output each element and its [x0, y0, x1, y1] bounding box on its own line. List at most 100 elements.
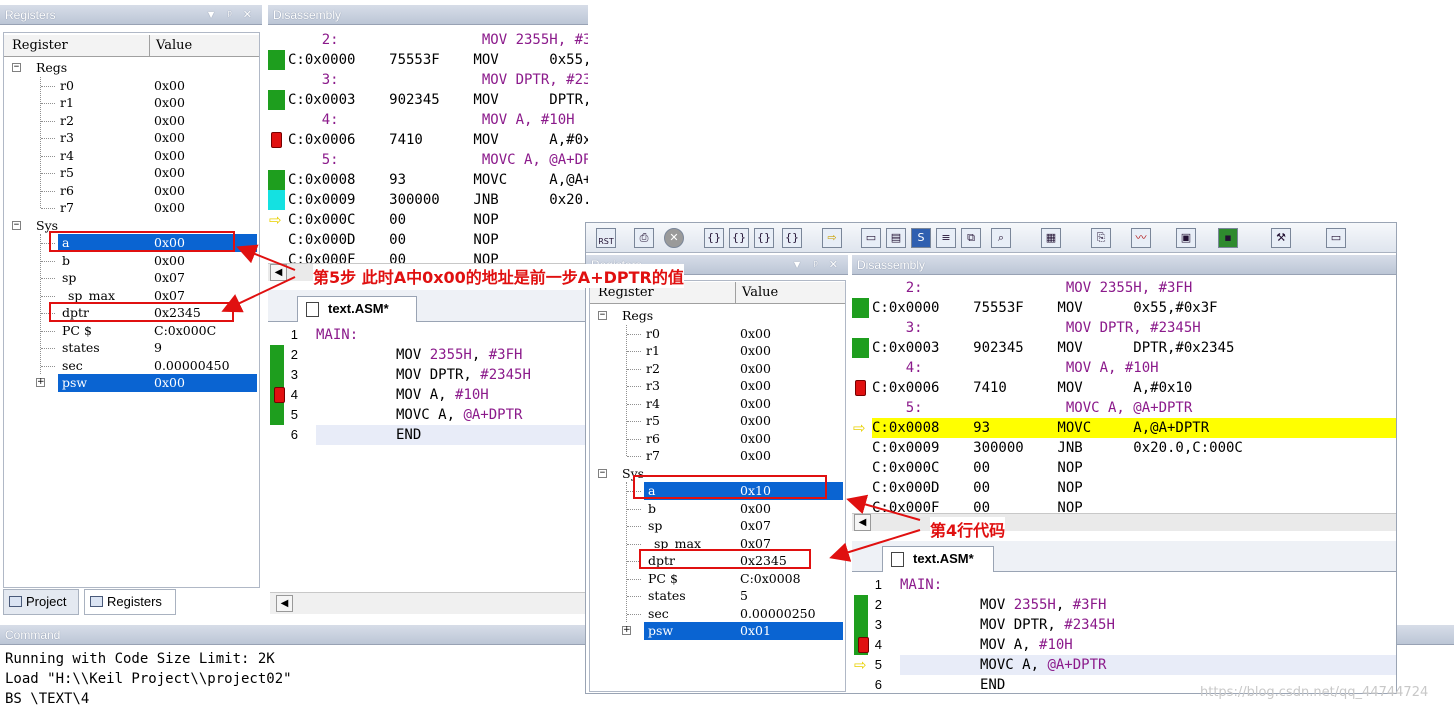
right-registers-window-controls[interactable]: ▼ ᵖ ✕ [792, 255, 842, 275]
disassembly-instruction[interactable]: C:0x0006 7410 MOV A,#0x10 [288, 130, 588, 150]
tab-project[interactable]: Project [3, 589, 79, 615]
trace-window-icon[interactable]: ▣ [1176, 228, 1196, 248]
registers-window-icon[interactable]: ≡ [936, 228, 956, 248]
scroll-left-icon[interactable]: ◀ [270, 264, 287, 281]
register-row[interactable]: + psw 0x00 [4, 374, 257, 392]
left-editor-file-tab[interactable]: text.ASM* [297, 296, 417, 322]
regs-expand-icon[interactable]: − [12, 63, 21, 72]
register-value[interactable]: 0x00 [154, 77, 185, 95]
code-line[interactable]: MOV DPTR, #2345H [980, 615, 1115, 635]
code-line[interactable]: MOV DPTR, #2345H [396, 365, 531, 385]
psw-expand-icon[interactable]: + [622, 626, 631, 635]
register-row[interactable]: r0 0x00 [590, 325, 843, 343]
code-label[interactable]: MAIN: [900, 575, 942, 595]
disassembly-source-line[interactable]: 5: MOVC A, @A+DPTR [288, 150, 588, 170]
register-row[interactable]: r7 0x00 [4, 199, 257, 217]
disassembly-instruction[interactable]: C:0x0003 902345 MOV DPTR,#0x2345 [288, 90, 588, 110]
left-registers-window-controls[interactable]: ▼ ᵖ ✕ [206, 5, 256, 25]
step-into-icon[interactable]: {} [704, 228, 724, 248]
register-row[interactable]: sp 0x07 [4, 269, 257, 287]
right-editor-file-tab[interactable]: text.ASM* [882, 546, 994, 572]
disassembly-instruction[interactable]: C:0x000F 00 NOP [872, 498, 1396, 513]
disassembly-instruction[interactable]: C:0x000C 00 NOP [288, 210, 588, 230]
disassembly-source-line[interactable]: 5: MOVC A, @A+DPTR [872, 398, 1396, 418]
register-value[interactable]: 0x01 [740, 622, 771, 640]
register-row[interactable]: r2 0x00 [4, 112, 257, 130]
register-row[interactable]: r2 0x00 [590, 360, 843, 378]
disassembly-source-line[interactable]: 4: MOV A, #10H [288, 110, 588, 130]
register-row[interactable]: r0 0x00 [4, 77, 257, 95]
code-line[interactable]: END [980, 675, 1005, 693]
register-value[interactable]: 0x00 [740, 360, 771, 378]
show-next-statement-icon[interactable]: ⇨ [822, 228, 842, 248]
register-value[interactable]: 0x00 [740, 395, 771, 413]
serial-window-icon[interactable]: ⎘ [1091, 228, 1111, 248]
register-row[interactable]: r6 0x00 [4, 182, 257, 200]
code-line[interactable]: MOV 2355H, #3FH [980, 595, 1106, 615]
analysis-window-icon[interactable]: 〰 [1131, 228, 1151, 248]
code-line[interactable]: MOV A, #10H [980, 635, 1073, 655]
register-row[interactable]: sec 0.00000450 [4, 357, 257, 375]
register-value[interactable]: 0x07 [740, 517, 771, 535]
right-col-value[interactable]: Value [742, 285, 778, 300]
register-row[interactable]: r1 0x00 [590, 342, 843, 360]
disassembly-window-icon[interactable]: ▤ [886, 228, 906, 248]
breakpoint-icon[interactable] [855, 380, 866, 396]
register-row[interactable]: states 5 [590, 587, 843, 605]
sys-expand-icon[interactable]: − [598, 468, 607, 478]
regs-group[interactable]: Regs [36, 59, 67, 77]
watch-window-icon[interactable]: ⌕ [991, 228, 1011, 248]
window-layout-icon[interactable]: ▭ [1326, 228, 1346, 248]
disassembly-source-line[interactable]: 2: MOV 2355H, #3FH [288, 30, 588, 50]
code-line[interactable]: MOVC A, @A+DPTR [396, 405, 522, 425]
register-value[interactable]: 0x00 [154, 94, 185, 112]
register-value[interactable]: 0x00 [154, 147, 185, 165]
register-value[interactable]: 0x00 [740, 447, 771, 465]
disassembly-source-line[interactable]: 3: MOV DPTR, #2345H [872, 318, 1396, 338]
system-viewer-icon[interactable]: ▪ [1218, 228, 1238, 248]
stop-icon[interactable]: ✕ [664, 228, 684, 248]
code-line[interactable]: END [396, 425, 421, 445]
toolbox-icon[interactable]: ⚒ [1271, 228, 1291, 248]
register-row[interactable]: states 9 [4, 339, 257, 357]
register-value[interactable]: 0.00000450 [154, 357, 230, 375]
disassembly-source-line[interactable]: 3: MOV DPTR, #2345H [288, 70, 588, 90]
register-row[interactable]: + psw 0x01 [590, 622, 843, 640]
disassembly-instruction[interactable]: C:0x000C 00 NOP [872, 458, 1396, 478]
disassembly-source-line[interactable]: 2: MOV 2355H, #3FH [872, 278, 1396, 298]
disassembly-instruction[interactable]: C:0x0008 93 MOVC A,@A+DPTR [288, 170, 588, 190]
register-value[interactable]: 0x00 [154, 112, 185, 130]
symbols-window-icon[interactable]: S [911, 228, 931, 248]
register-value[interactable]: 0x00 [154, 252, 185, 270]
register-value[interactable]: 5 [740, 587, 748, 605]
disassembly-instruction[interactable]: C:0x0009 300000 JNB 0x20.0,C:000C [872, 438, 1396, 458]
left-editor-scrollbar[interactable]: ◀ [270, 592, 588, 614]
register-row[interactable]: r3 0x00 [4, 129, 257, 147]
register-row[interactable]: sec 0.00000250 [590, 605, 843, 623]
disassembly-instruction[interactable]: C:0x0009 300000 JNB 0x20.0,C:000C [288, 190, 588, 210]
disassembly-instruction[interactable]: C:0x0000 75553F MOV 0x55,#0x3F [288, 50, 588, 70]
step-out-icon[interactable]: {} [754, 228, 774, 248]
register-row[interactable]: b 0x00 [590, 500, 843, 518]
register-value[interactable]: 0x00 [740, 377, 771, 395]
register-row[interactable]: r1 0x00 [4, 94, 257, 112]
editor-scroll-left-icon[interactable]: ◀ [276, 595, 293, 612]
register-value[interactable]: 0x00 [740, 412, 771, 430]
register-value[interactable]: 9 [154, 339, 162, 357]
reset-icon[interactable]: RST [596, 228, 616, 248]
register-value[interactable]: 0x00 [740, 325, 771, 343]
disassembly-instruction[interactable]: C:0x0003 902345 MOV DPTR,#0x2345 [872, 338, 1396, 358]
register-row[interactable]: sp 0x07 [590, 517, 843, 535]
register-value[interactable]: 0x00 [154, 199, 185, 217]
breakpoint-icon[interactable] [271, 132, 282, 148]
register-row[interactable]: r5 0x00 [4, 164, 257, 182]
disassembly-instruction[interactable]: C:0x0006 7410 MOV A,#0x10 [872, 378, 1396, 398]
register-value[interactable]: C:0x000C [154, 322, 216, 340]
command-window-icon[interactable]: ▭ [861, 228, 881, 248]
disassembly-instruction[interactable]: C:0x000D 00 NOP [872, 478, 1396, 498]
code-line[interactable]: MOVC A, @A+DPTR [980, 655, 1106, 675]
register-row[interactable]: b 0x00 [4, 252, 257, 270]
left-col-value[interactable]: Value [156, 38, 192, 53]
register-value[interactable]: 0x00 [154, 129, 185, 147]
register-value[interactable]: 0x00 [740, 500, 771, 518]
